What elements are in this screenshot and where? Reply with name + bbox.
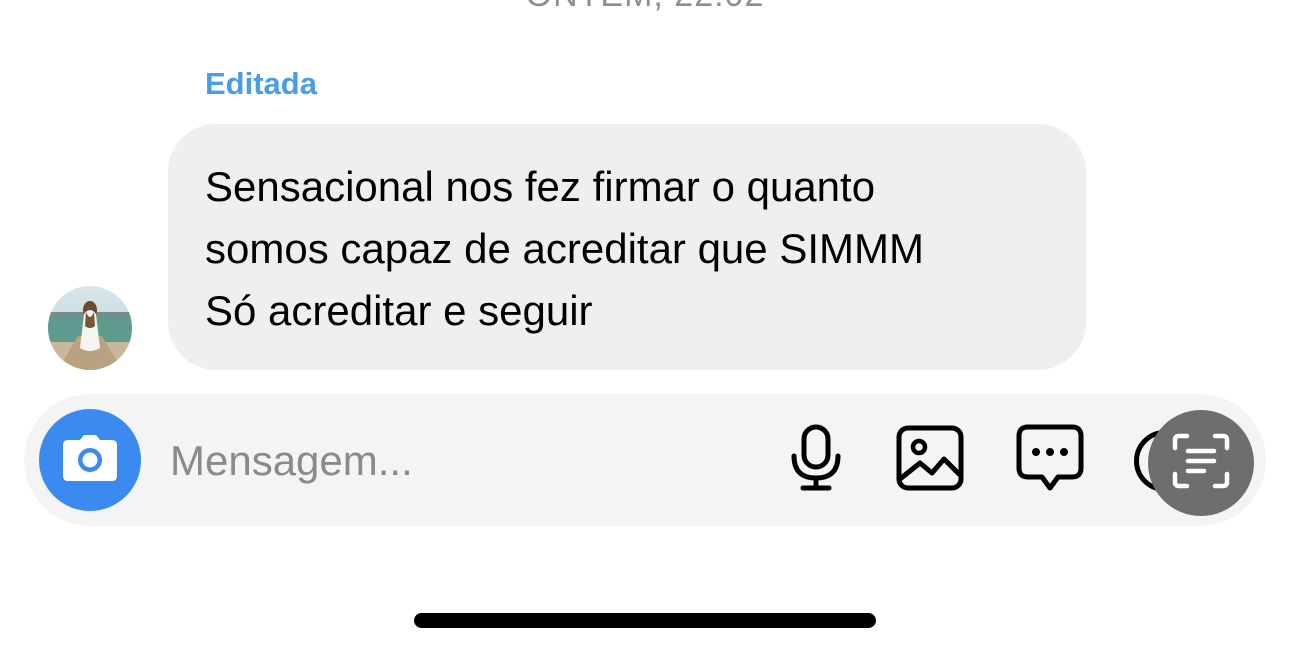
message-timestamp: ONTEM, 22:02 [0,0,1290,15]
gallery-button[interactable] [894,424,966,496]
chat-bubble-icon [1016,424,1084,497]
camera-icon [62,434,118,487]
image-gallery-icon [896,425,964,496]
edited-label: Editada [205,66,317,101]
chat-screen: ONTEM, 22:02 Editada Sensacional nos fez… [0,0,1290,652]
message-text: Sensacional nos fez firmar o quanto somo… [205,163,924,334]
message-input[interactable] [170,436,730,486]
avatar[interactable] [48,286,132,370]
live-text-scan-icon [1171,432,1231,495]
live-text-button[interactable] [1148,410,1254,516]
microphone-button[interactable] [780,424,852,496]
camera-button[interactable] [39,409,141,511]
sticker-chat-button[interactable] [1014,424,1086,496]
home-indicator[interactable] [414,613,876,628]
microphone-icon [788,424,844,497]
